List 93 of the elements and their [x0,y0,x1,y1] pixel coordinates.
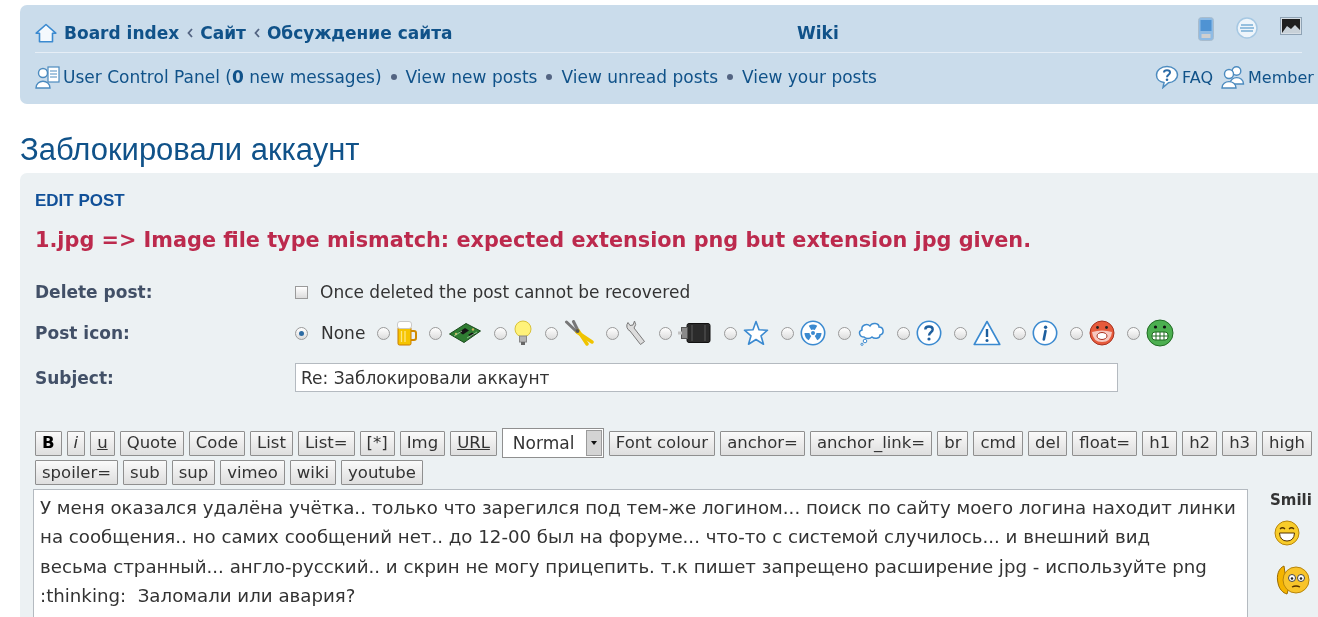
form-label: Post icon: [35,323,131,343]
format-button[interactable]: i [66,430,86,456]
info-icon[interactable] [1032,320,1059,346]
user-control-panel-link[interactable]: User Control Panel (0 new messages) [63,67,382,87]
thought-bubble-icon[interactable] [857,320,886,346]
panel-heading: EDIT POST [35,191,126,211]
breadcrumb-link[interactable]: Обсуждение сайта [266,22,453,43]
smilies-heading: Smili [1270,490,1312,510]
font-size-select[interactable]: Normal [501,428,604,458]
radio-button[interactable] [838,326,852,340]
image-icon[interactable] [1280,17,1302,35]
format-button[interactable]: h1 [1142,430,1178,456]
form-label: Subject: [35,367,115,388]
hand-on-face-smiley-icon[interactable] [1275,563,1311,596]
format-button[interactable]: del [1028,430,1068,456]
format-button[interactable]: List [250,430,293,456]
nav-link[interactable]: View unread posts [561,67,718,87]
caret-icon[interactable] [585,430,602,456]
format-button[interactable]: h3 [1222,430,1258,456]
nav-link[interactable]: View new posts [405,67,538,87]
radio-button[interactable] [724,326,738,340]
format-button[interactable]: high [1262,430,1313,456]
format-button[interactable]: Quote [119,430,184,456]
radio-button[interactable] [1127,326,1141,340]
format-button[interactable]: List= [297,430,355,456]
form-label: Delete post: [35,282,154,302]
grinning-smiley-icon[interactable] [1274,520,1300,546]
format-button[interactable]: URL [450,430,497,456]
nav-link[interactable]: Member [1248,67,1314,87]
format-button[interactable]: [*] [359,430,395,456]
bullet-icon [546,74,553,80]
radio-button[interactable] [954,326,968,340]
users-icon[interactable] [1221,65,1245,89]
radio-button[interactable] [659,326,673,340]
format-button[interactable]: float= [1072,430,1138,456]
wiki-link[interactable]: Wiki [797,22,839,43]
nav-link[interactable]: FAQ [1182,67,1213,87]
pliers-icon[interactable] [564,320,595,346]
format-button[interactable]: cmd [973,430,1024,456]
circuit-board-icon[interactable] [448,322,483,344]
radiation-icon[interactable] [800,320,827,346]
error-message: 1.jpg => Image file type mismatch: expected extension png but extension jpg given. [35,227,1033,253]
beer-mug-icon[interactable] [396,320,418,346]
format-button[interactable]: u [90,430,115,456]
question-mark-icon[interactable] [916,320,943,346]
format-button[interactable]: B [35,430,62,456]
breadcrumb-link[interactable]: Board index [64,22,180,43]
topic-title: Заблокировали аккаунт [20,132,361,168]
star-icon[interactable] [743,320,770,346]
format-button[interactable]: vimeo [220,460,285,485]
question-bubble-icon[interactable] [1155,65,1179,89]
subject-field[interactable]: Re: Заблокировали аккаунт [295,363,1118,392]
message-field[interactable]: У меня оказался удалёна учётка.. только что зарегился под тем-же логином... поиск по сайту моего логина находит линки на сообщения.. но самих сообщений нет.. до 12-00 был на форуме... что-то с системой случилось... и внешний вид весьма странный... англо-русский.. и скрин не могу прицепить. т.к пишет запрещено расширение jpg - используйте png :thinking: Заломали или авария? [33,489,1248,617]
radio-button[interactable] [295,326,308,340]
chevron-icon [187,27,194,38]
format-button[interactable]: sub [123,460,167,485]
format-button[interactable]: anchor_link= [809,430,933,456]
radio-button[interactable] [781,326,795,340]
checkbox-label: Once deleted the post cannot be recovered [320,282,691,302]
open-mouth-face-icon[interactable] [1089,320,1116,346]
chevron-icon [253,27,260,38]
light-bulb-icon[interactable] [513,320,534,346]
format-button[interactable]: sup [171,460,216,485]
radio-button[interactable] [494,326,508,340]
checkbox[interactable] [295,285,308,299]
user-document-icon[interactable] [35,65,61,89]
format-button[interactable]: wiki [289,460,337,485]
format-button[interactable]: br [937,430,969,456]
format-button[interactable]: Font colour [608,430,716,456]
radio-button[interactable] [1013,326,1027,340]
format-button[interactable]: anchor= [720,430,805,456]
radio-button[interactable] [606,326,620,340]
home-icon[interactable] [35,22,57,43]
motor-icon[interactable] [678,322,713,344]
format-button[interactable]: spoiler= [35,460,119,485]
nav-link[interactable]: View your posts [742,67,877,87]
grinning-face-icon[interactable] [1146,319,1175,347]
warning-icon[interactable] [973,320,1002,346]
radio-label: None [321,323,366,343]
radio-button[interactable] [897,326,911,340]
bullet-icon [727,74,733,80]
format-button[interactable]: Img [399,430,446,456]
format-button[interactable]: youtube [341,460,423,485]
bullet-icon [390,74,397,80]
breadcrumb-link[interactable]: Сайт [200,22,246,43]
mobile-phone-icon[interactable] [1198,17,1214,41]
radio-button[interactable] [1070,326,1084,340]
radio-button[interactable] [545,326,559,340]
radio-button[interactable] [429,326,443,340]
format-button[interactable]: Code [188,430,246,456]
radio-button[interactable] [377,326,391,340]
wrench-icon[interactable] [625,320,648,346]
format-button[interactable]: h2 [1182,430,1218,456]
